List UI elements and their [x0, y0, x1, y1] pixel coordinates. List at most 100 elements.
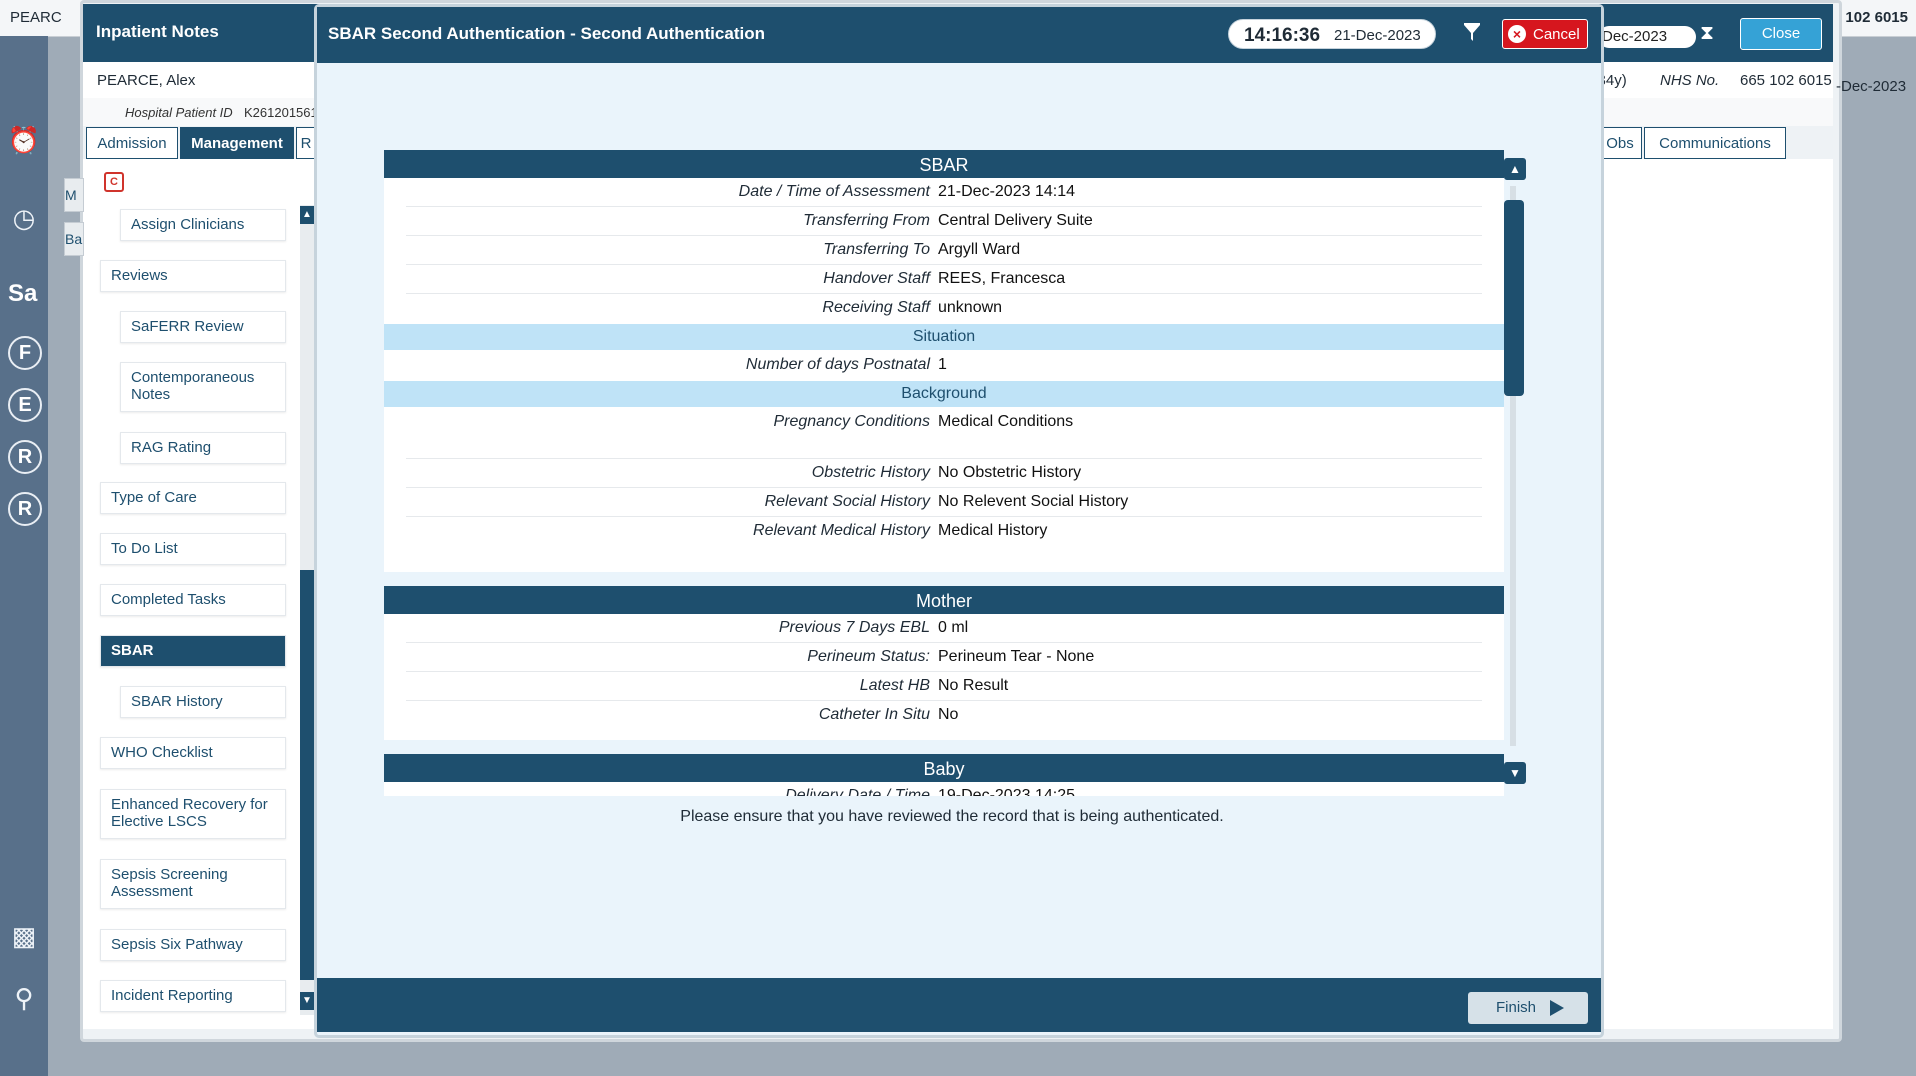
field-value: Medical History	[938, 522, 1048, 539]
rail-letter-sa[interactable]: Sa	[8, 280, 37, 308]
sidebar-item-rag-rating[interactable]: RAG Rating	[120, 432, 286, 464]
row-pregnancy-conditions: Pregnancy Conditions Medical Conditions	[406, 408, 1482, 459]
presentation-icon[interactable]: ▩	[4, 916, 44, 956]
side-tab-m[interactable]: M	[64, 178, 84, 212]
field-label: Pregnancy Conditions	[773, 413, 930, 430]
field-label: Handover Staff	[823, 270, 930, 287]
field-value: No	[938, 706, 959, 723]
field-value: No Obstetric History	[938, 464, 1082, 481]
section-background-header: Background	[384, 381, 1504, 407]
field-value: REES, Francesca	[938, 270, 1066, 287]
sidebar-item-saferr-review[interactable]: SaFERR Review	[120, 311, 286, 343]
search-icon[interactable]: ⚲	[4, 978, 44, 1018]
sidebar-item-completed-tasks[interactable]: Completed Tasks	[100, 584, 286, 616]
row-catheter: Catheter In Situ No	[406, 701, 1482, 729]
row-receiving-staff: Receiving Staff unknown	[406, 294, 1482, 322]
field-label: Transferring From	[803, 212, 930, 229]
sidebar-item-assign-clinicians[interactable]: Assign Clinicians	[120, 209, 286, 241]
row-ebl: Previous 7 Days EBL 0 ml	[406, 614, 1482, 643]
field-value: 1	[938, 356, 947, 373]
sidebar-item-sepsis-screening-assessment[interactable]: Sepsis Screening Assessment	[100, 859, 286, 909]
sidebar-item-who-checklist[interactable]: WHO Checklist	[100, 737, 286, 769]
history-icon[interactable]: ◷	[4, 198, 44, 238]
field-label: Delivery Date / Time	[785, 787, 930, 796]
chevron-down-icon[interactable]: ▼	[1504, 762, 1526, 784]
row-transferring-to: Transferring To Argyll Ward	[406, 236, 1482, 265]
chevron-up-icon[interactable]: ▲	[1504, 158, 1526, 180]
finish-button[interactable]: Finish	[1468, 992, 1588, 1024]
sidebar-item-sbar-history[interactable]: SBAR History	[120, 686, 286, 718]
sidebar-scroll-thumb[interactable]	[300, 570, 314, 980]
field-value: No Relevent Social History	[938, 493, 1129, 510]
row-social-history: Relevant Social History No Relevent Socia…	[406, 488, 1482, 517]
field-label: Number of days Postnatal	[745, 356, 930, 373]
row-days-postnatal: Number of days Postnatal 1	[406, 351, 1482, 379]
rail-letter-e[interactable]: E	[8, 388, 42, 422]
field-value: 19-Dec-2023 14:25	[938, 787, 1075, 796]
notes-title: Inpatient Notes	[96, 22, 219, 41]
section-gap	[384, 740, 1504, 754]
section-mother-header: Mother	[384, 586, 1504, 614]
field-value: Medical Conditions	[938, 413, 1074, 430]
tab-admission[interactable]: Admission	[86, 127, 178, 159]
section-situation-header: Situation	[384, 324, 1504, 350]
play-arrow-icon	[1550, 1000, 1564, 1016]
tab-obs[interactable]: Obs	[1598, 127, 1642, 159]
modal-time: 14:16:36	[1244, 25, 1321, 46]
modal-title: SBAR Second Authentication - Second Auth…	[328, 24, 765, 43]
filter-icon[interactable]: ⧗	[1700, 22, 1714, 45]
field-label: Perineum Status:	[807, 648, 930, 665]
sidebar-item-to-do-list[interactable]: To Do List	[100, 533, 286, 565]
sidebar-item-reviews[interactable]: Reviews	[100, 260, 286, 292]
sidebar-item-type-of-care[interactable]: Type of Care	[100, 482, 286, 514]
nhs-number: 665 102 6015	[1740, 72, 1832, 89]
field-value: No Result	[938, 677, 1009, 694]
side-tab-ba[interactable]: Ba	[64, 222, 84, 256]
modal-date: 21-Dec-2023	[1334, 27, 1421, 44]
field-value: Central Delivery Suite	[938, 212, 1093, 229]
nhs-label: NHS No.	[1660, 72, 1720, 89]
chevron-down-icon[interactable]: ▼	[300, 992, 314, 1010]
row-perineum-status: Perineum Status: Perineum Tear - None	[406, 643, 1482, 672]
close-button[interactable]: Close	[1740, 18, 1822, 50]
tab-r[interactable]: R	[296, 127, 316, 159]
section-gap	[384, 572, 1504, 586]
content-scroll-thumb[interactable]	[1504, 200, 1524, 396]
filter-icon[interactable]	[1462, 22, 1482, 44]
field-label: Relevant Social History	[764, 493, 930, 510]
section-sbar-header: SBAR	[384, 150, 1504, 178]
sbar-content[interactable]: SBAR Date / Time of Assessment 21-Dec-202…	[384, 150, 1504, 796]
sidebar-item-sepsis-six-pathway[interactable]: Sepsis Six Pathway	[100, 929, 286, 961]
alarm-clock-icon[interactable]: ⏰	[4, 120, 44, 160]
section-baby-header: Baby	[384, 754, 1504, 782]
field-label: Date / Time of Assessment	[738, 183, 930, 200]
sidebar-item-enhanced-recovery-for-elective-lscs[interactable]: Enhanced Recovery for Elective LSCS	[100, 789, 286, 839]
top-patient-name: PEARC	[10, 9, 62, 26]
sidebar-item-sbar[interactable]: SBAR	[100, 635, 286, 667]
field-label: Relevant Medical History	[753, 522, 930, 539]
row-obstetric-history: Obstetric History No Obstetric History	[406, 459, 1482, 488]
hospital-id-label: Hospital Patient ID	[125, 105, 233, 120]
tab-management[interactable]: Management	[180, 127, 294, 159]
field-value: Perineum Tear - None	[938, 648, 1095, 665]
sidebar-item-incident-reporting[interactable]: Incident Reporting	[100, 980, 286, 1012]
rail-letter-r1[interactable]: R	[8, 440, 42, 474]
tab-communications[interactable]: Communications	[1644, 127, 1786, 159]
admission-date: -Dec-2023	[1836, 78, 1907, 95]
rail-letter-f[interactable]: F	[8, 336, 42, 370]
row-latest-hb: Latest HB No Result	[406, 672, 1482, 701]
field-label: Latest HB	[859, 677, 930, 694]
chevron-up-icon[interactable]: ▲	[300, 206, 314, 224]
modal-footer	[317, 978, 1601, 1032]
patient-name: PEARCE, Alex	[97, 72, 196, 89]
field-label: Obstetric History	[811, 464, 930, 481]
rail-letter-r2[interactable]: R	[8, 492, 42, 526]
row-transferring-from: Transferring From Central Delivery Suite	[406, 207, 1482, 236]
row-medical-history: Relevant Medical History Medical History	[406, 517, 1482, 545]
left-rail: ⏰ ◷ Sa F E R R ▩ ⚲	[0, 36, 48, 1076]
field-label: Receiving Staff	[822, 299, 930, 316]
field-label: Previous 7 Days EBL	[778, 619, 930, 636]
hospital-id-value: K261201561	[244, 105, 318, 120]
collapse-icon[interactable]: C	[104, 172, 124, 192]
sidebar-item-contemporaneous-notes[interactable]: Contemporaneous Notes	[120, 362, 286, 412]
